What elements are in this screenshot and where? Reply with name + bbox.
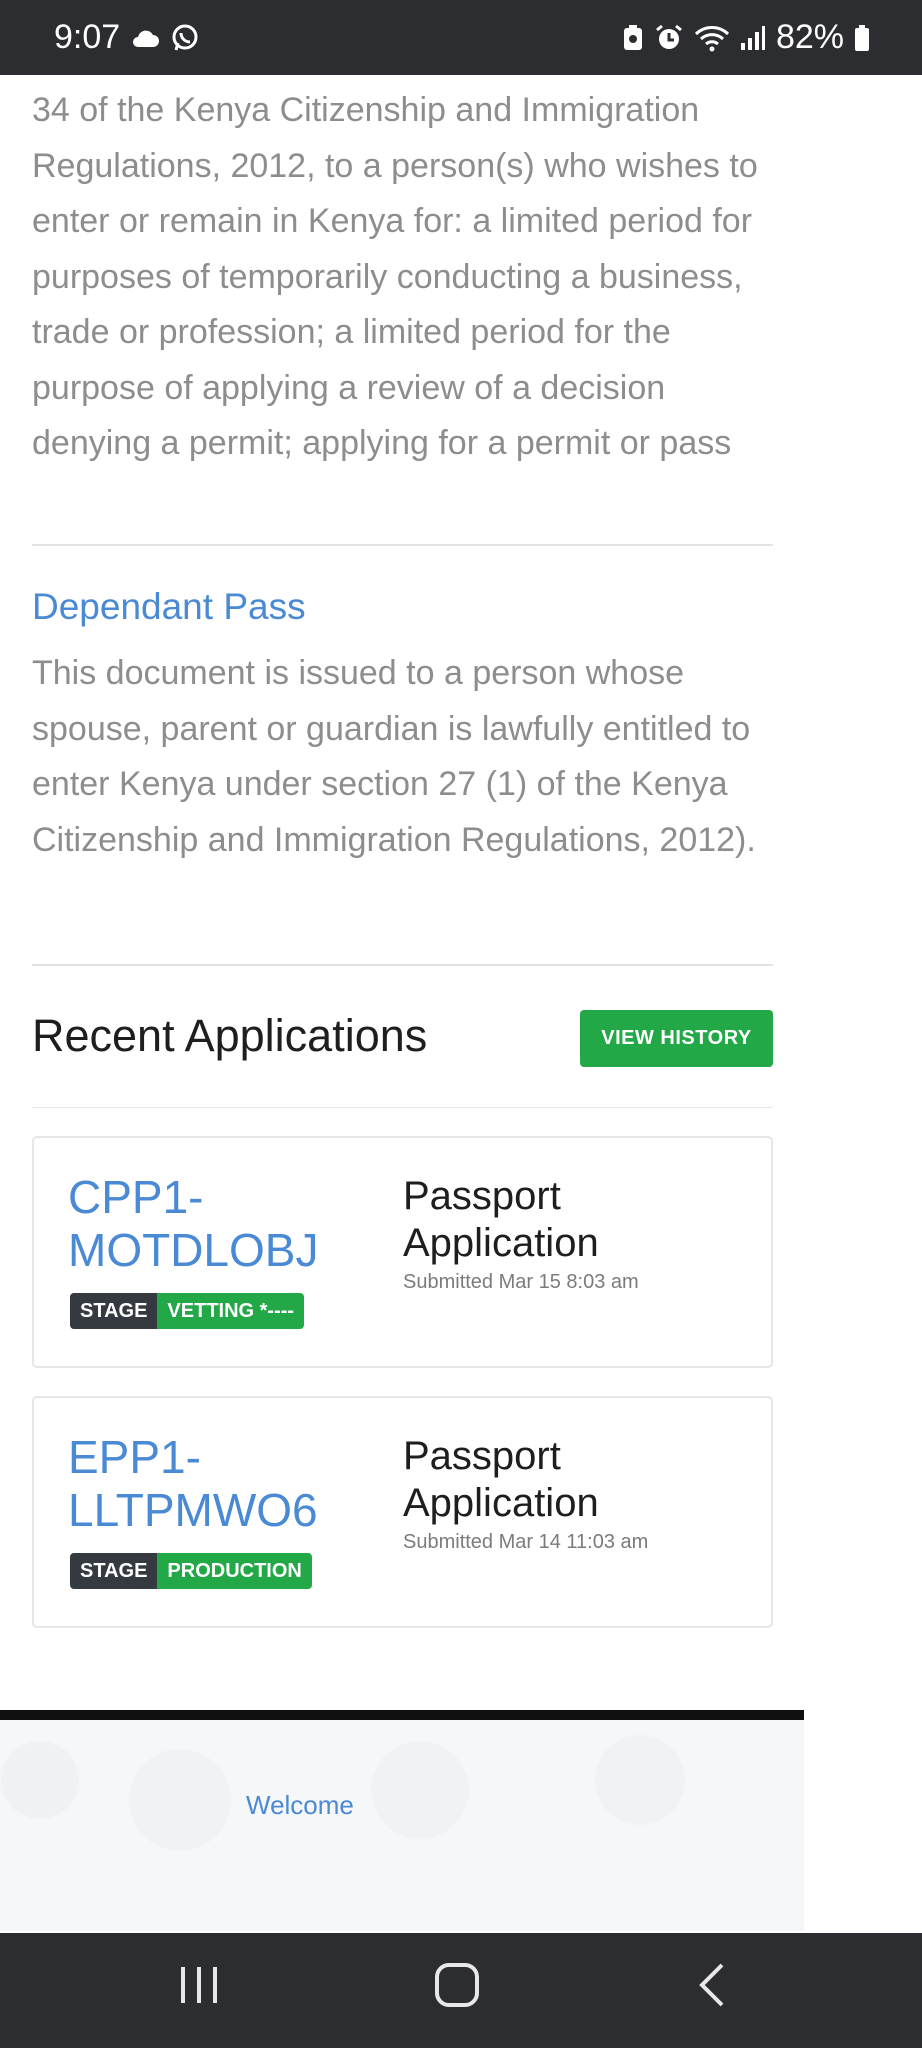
wifi-icon xyxy=(694,24,730,52)
battery-percent: 82% xyxy=(775,18,844,56)
page-content[interactable]: 34 of the Kenya Citizenship and Immigrat… xyxy=(0,75,804,1931)
application-id-prefix: EPP1- xyxy=(68,1431,201,1483)
whatsapp-icon xyxy=(170,23,200,53)
stage-label: STAGE xyxy=(70,1293,158,1329)
application-type-line2: Application xyxy=(403,1481,599,1525)
application-type: Passport Application xyxy=(403,1433,599,1527)
dependant-pass-link[interactable]: Dependant Pass xyxy=(32,586,773,628)
home-icon[interactable] xyxy=(433,1961,481,2014)
stage-label: STAGE xyxy=(70,1553,158,1589)
divider xyxy=(32,964,773,966)
application-type-line1: Passport xyxy=(403,1174,561,1218)
application-id-code: LLTPMWO6 xyxy=(68,1484,318,1536)
divider xyxy=(32,1107,773,1108)
footer: Welcome xyxy=(0,1720,804,1931)
stage-badge: STAGE VETTING *---- xyxy=(70,1293,305,1329)
application-card[interactable]: EPP1- LLTPMWO6 STAGE PRODUCTION Passport… xyxy=(32,1396,773,1628)
status-bar-left: 9:07 xyxy=(54,18,200,57)
system-nav-bar xyxy=(0,1933,922,2048)
application-card[interactable]: CPP1- MOTDLOBJ STAGE VETTING *---- Passp… xyxy=(32,1136,773,1368)
clock: 9:07 xyxy=(54,18,121,56)
cloud-icon xyxy=(130,27,160,49)
status-bar: 9:07 82% xyxy=(0,0,922,75)
application-id[interactable]: EPP1- LLTPMWO6 xyxy=(68,1431,318,1537)
status-bar-right: 82% xyxy=(622,18,870,57)
application-type-line1: Passport xyxy=(403,1434,561,1478)
permit-description: 34 of the Kenya Citizenship and Immigrat… xyxy=(32,91,758,462)
application-type-line2: Application xyxy=(403,1221,599,1265)
alarm-icon xyxy=(654,23,684,53)
back-icon[interactable] xyxy=(690,1961,738,2014)
stage-value: VETTING *---- xyxy=(157,1293,305,1329)
application-id-prefix: CPP1- xyxy=(68,1171,204,1223)
battery-saver-icon xyxy=(622,24,644,52)
dependant-pass-description: This document is issued to a person whos… xyxy=(32,654,756,859)
application-id[interactable]: CPP1- MOTDLOBJ xyxy=(68,1171,318,1277)
application-type: Passport Application xyxy=(403,1173,599,1267)
submitted-date: Submitted Mar 15 8:03 am xyxy=(403,1271,639,1293)
stage-value: PRODUCTION xyxy=(157,1553,312,1589)
battery-icon xyxy=(854,24,870,52)
submitted-date: Submitted Mar 14 11:03 am xyxy=(403,1531,649,1553)
recents-icon[interactable] xyxy=(175,1961,223,2014)
divider xyxy=(32,544,773,546)
signal-icon xyxy=(740,25,766,51)
stage-badge: STAGE PRODUCTION xyxy=(70,1553,312,1589)
application-id-code: MOTDLOBJ xyxy=(68,1224,319,1276)
footer-divider xyxy=(0,1710,804,1720)
welcome-link[interactable]: Welcome xyxy=(246,1790,354,1821)
view-history-button[interactable]: VIEW HISTORY xyxy=(580,1010,773,1067)
